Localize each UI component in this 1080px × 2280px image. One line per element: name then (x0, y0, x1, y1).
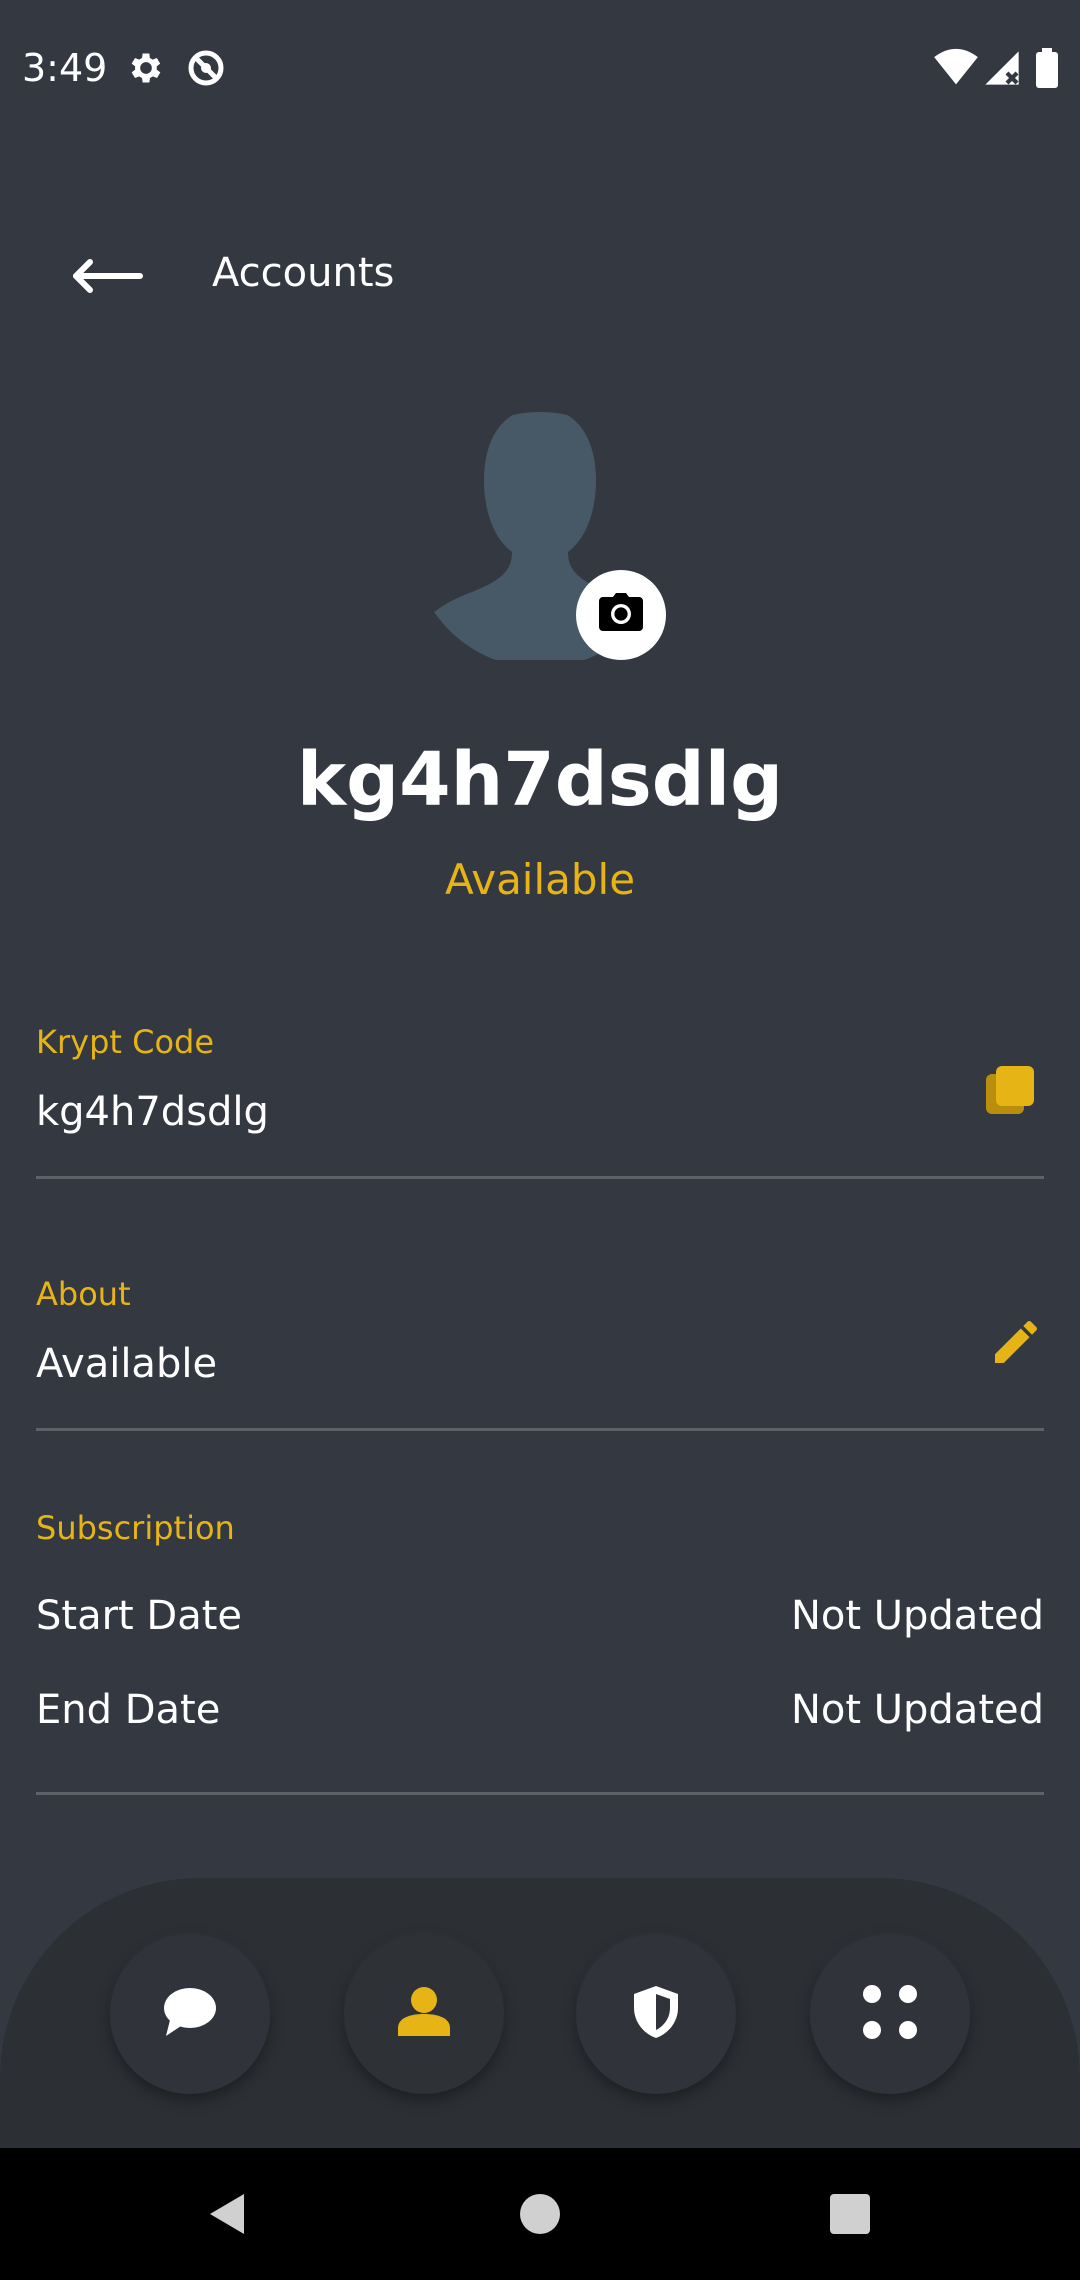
nav-chats-button[interactable] (110, 1934, 270, 2094)
no-signal-circle-icon (186, 48, 226, 88)
page-title: Accounts (212, 250, 395, 296)
divider (36, 1428, 1044, 1431)
camera-icon (597, 593, 645, 637)
system-recents-button[interactable] (828, 2192, 872, 2236)
recents-square-icon (828, 2194, 872, 2240)
user-icon (396, 1986, 452, 2042)
krypt-code-value: kg4h7dsdlg (36, 1089, 269, 1135)
back-button[interactable] (68, 246, 148, 306)
system-home-button[interactable] (518, 2192, 562, 2236)
shield-icon (632, 1984, 680, 2044)
apps-dots-icon (862, 1984, 918, 2044)
about-label: About (36, 1275, 131, 1313)
nav-apps-button[interactable] (810, 1934, 970, 2094)
copy-button[interactable] (984, 1064, 1036, 1116)
start-date-value: Not Updated (790, 1593, 1044, 1639)
divider (36, 1176, 1044, 1179)
krypt-code-label: Krypt Code (36, 1023, 215, 1061)
pencil-icon (988, 1320, 1044, 1374)
start-date-label: Start Date (36, 1593, 243, 1639)
home-circle-icon (518, 2194, 562, 2240)
change-photo-button[interactable] (576, 570, 666, 660)
system-back-button[interactable] (204, 2190, 252, 2238)
end-date-label: End Date (36, 1687, 221, 1733)
about-value: Available (36, 1341, 218, 1387)
status-time: 3:49 (22, 46, 108, 90)
edit-about-button[interactable] (988, 1314, 1044, 1370)
cell-signal-icon (982, 48, 1022, 88)
profile-status: Available (444, 855, 636, 904)
back-triangle-icon (204, 2194, 252, 2242)
divider (36, 1792, 1044, 1795)
profile-name: kg4h7dsdlg (296, 737, 784, 823)
arrow-left-icon (68, 259, 148, 310)
nav-account-button[interactable] (344, 1934, 504, 2094)
battery-icon (1036, 48, 1058, 88)
chat-bubble-icon (162, 1986, 218, 2042)
wifi-icon (934, 48, 978, 88)
copy-icon (984, 1066, 1036, 1120)
subscription-label: Subscription (36, 1509, 235, 1547)
nav-security-button[interactable] (576, 1934, 736, 2094)
gear-icon (126, 48, 166, 88)
end-date-value: Not Updated (790, 1687, 1044, 1733)
